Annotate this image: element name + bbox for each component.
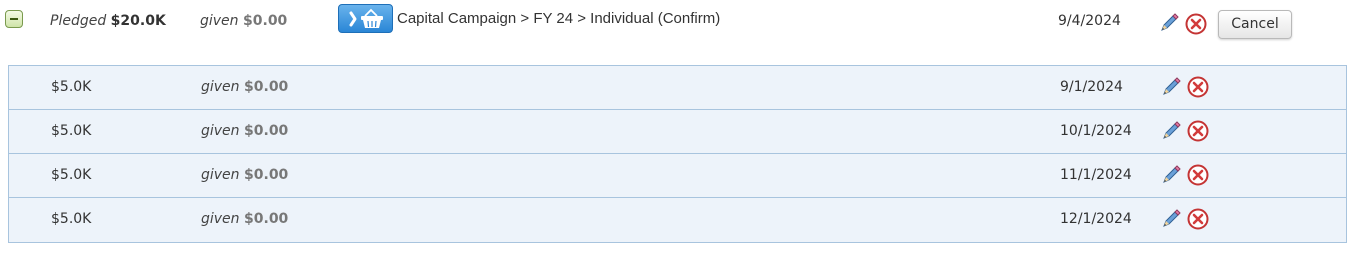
installment-date: 10/1/2024 (1060, 123, 1132, 139)
close-icon[interactable] (1187, 164, 1209, 186)
basket-button[interactable] (338, 4, 393, 33)
given-amount: $0.00 (244, 167, 289, 183)
close-icon[interactable] (1187, 208, 1209, 230)
pencil-icon[interactable] (1158, 12, 1180, 34)
pledge-summary: Pledged $20.0K (50, 13, 166, 29)
installment-amount: $5.0K (51, 167, 92, 183)
pledged-label: Pledged (50, 13, 107, 29)
given-label: given (201, 79, 240, 95)
installment-date: 12/1/2024 (1060, 211, 1132, 227)
given-label: given (201, 123, 240, 139)
table-row: $5.0K given $0.00 12/1/2024 (9, 198, 1346, 242)
given-summary: given $0.00 (200, 13, 287, 29)
given-amount: $0.00 (243, 13, 288, 29)
collapse-button[interactable] (5, 10, 23, 28)
pencil-icon[interactable] (1160, 76, 1182, 98)
table-row: $5.0K given $0.00 10/1/2024 (9, 110, 1346, 154)
installments-table: $5.0K given $0.00 9/1/2024 $5.0K given $… (8, 65, 1347, 243)
installment-amount: $5.0K (51, 123, 92, 139)
installment-date: 11/1/2024 (1060, 167, 1132, 183)
pledged-amount: $20.0K (110, 13, 166, 29)
pencil-icon[interactable] (1160, 120, 1182, 142)
basket-icon (349, 8, 383, 28)
close-icon[interactable] (1185, 13, 1207, 35)
minus-icon (10, 18, 18, 20)
table-row: $5.0K given $0.00 9/1/2024 (9, 66, 1346, 110)
installment-amount: $5.0K (51, 211, 92, 227)
close-icon[interactable] (1187, 76, 1209, 98)
cancel-button[interactable]: Cancel (1218, 10, 1292, 39)
close-icon[interactable] (1187, 120, 1209, 142)
installment-amount: $5.0K (51, 79, 92, 95)
table-row: $5.0K given $0.00 11/1/2024 (9, 154, 1346, 198)
given-label: given (201, 211, 240, 227)
given-amount: $0.00 (244, 79, 289, 95)
pencil-icon[interactable] (1160, 164, 1182, 186)
installment-date: 9/1/2024 (1060, 79, 1123, 95)
breadcrumb: Capital Campaign > FY 24 > Individual (C… (397, 10, 721, 27)
given-amount: $0.00 (244, 123, 289, 139)
given-label: given (201, 167, 240, 183)
given-label: given (200, 13, 239, 29)
pencil-icon[interactable] (1160, 208, 1182, 230)
given-amount: $0.00 (244, 211, 289, 227)
pledge-date: 9/4/2024 (1058, 13, 1121, 29)
